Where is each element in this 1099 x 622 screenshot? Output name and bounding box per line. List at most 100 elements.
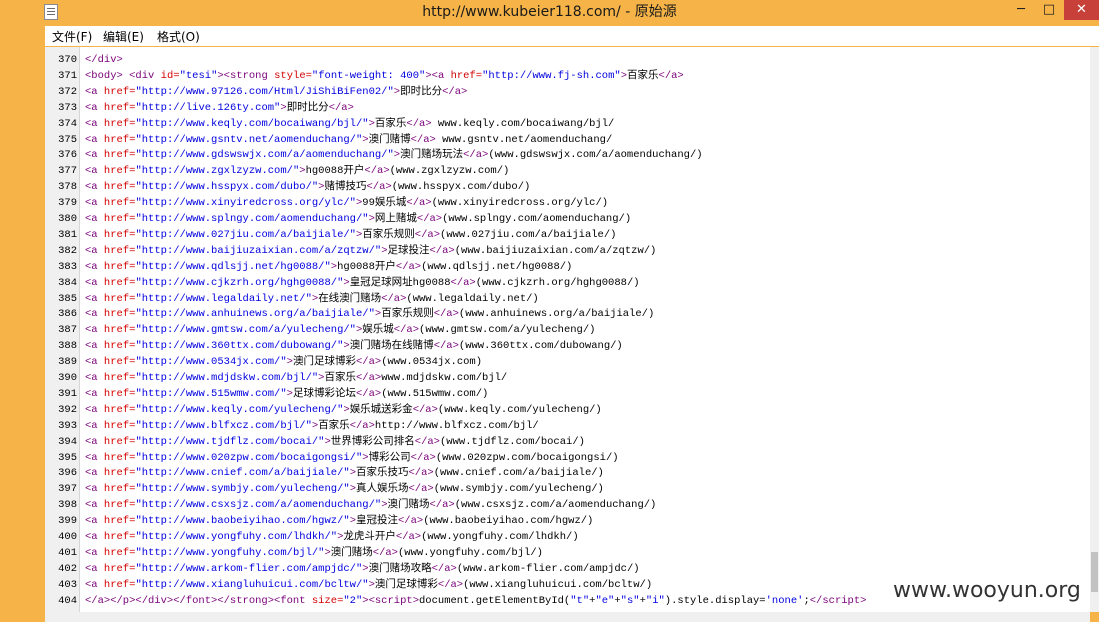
horizontal-scrollbar[interactable] <box>45 612 1090 622</box>
line-number: 401 <box>58 546 77 559</box>
code-line[interactable]: 389 <a href="http://www.0534jx.com/">澳门足球… <box>58 354 483 370</box>
line-text: <a href="http://www.splngy.com/aomenduch… <box>85 213 632 225</box>
code-line[interactable]: 381 <a href="http://www.027jiu.com/a/baij… <box>58 227 617 243</box>
close-button[interactable]: ✕ <box>1064 0 1099 20</box>
line-number: 383 <box>58 260 77 273</box>
code-line[interactable]: 402 <a href="http://www.arkom-flier.com/a… <box>58 561 640 577</box>
code-line[interactable]: 397 <a href="http://www.symbjy.com/yulech… <box>58 481 604 497</box>
code-line[interactable]: 385 <a href="http://www.legaldaily.net/">… <box>58 291 539 307</box>
line-text: <a href="http://www.zgxlzyzw.com/">hg008… <box>85 165 510 178</box>
line-number: 398 <box>58 499 77 512</box>
menu-file[interactable]: 文件(F) <box>52 28 92 45</box>
line-text: <a href="http://www.360ttx.com/dubowang/… <box>85 340 623 353</box>
line-number: 375 <box>58 133 77 146</box>
code-line[interactable]: 398 <a href="http://www.csxsjz.com/a/aome… <box>58 497 657 513</box>
line-number: 384 <box>58 276 77 289</box>
scrollbar-thumb[interactable] <box>1091 552 1098 592</box>
code-line[interactable]: 373 <a href="http://live.126ty.com">即时比分<… <box>58 100 354 116</box>
menu-edit[interactable]: 编辑(E) <box>103 28 144 45</box>
line-text: <a href="http://www.97126.com/Html/JiShi… <box>85 85 468 98</box>
code-line[interactable]: 379 <a href="http://www.xinyiredcross.org… <box>58 195 609 211</box>
title-bar: http://www.kubeier118.com/ - 原始源 ─ □ ✕ <box>0 0 1099 25</box>
source-editor[interactable]: 370 </div> 371 <body> <div id="tesi"><stron… <box>45 47 1090 612</box>
line-text: </a></p></div></font></strong><font size… <box>85 594 867 607</box>
line-text: <a href="http://www.cjkzrh.org/hghg0088/… <box>85 276 640 289</box>
code-line[interactable]: 395 <a href="http://www.020zpw.com/bocaig… <box>58 450 619 466</box>
line-number: 403 <box>58 578 77 591</box>
line-number: 378 <box>58 181 77 194</box>
line-number: 371 <box>58 69 77 82</box>
code-line[interactable]: 393 <a href="http://www.blfxcz.com/bjl/">… <box>58 418 539 434</box>
code-line[interactable]: 394 <a href="http://www.tjdflz.com/bocai/… <box>58 434 585 450</box>
line-text: <a href="http://www.xinyiredcross.org/yl… <box>85 197 609 210</box>
code-line[interactable]: 372 <a href="http://www.97126.com/Html/Ji… <box>58 84 468 100</box>
menu-format[interactable]: 格式(O) <box>157 28 200 45</box>
vertical-scrollbar[interactable] <box>1090 47 1099 612</box>
code-line[interactable]: 392 <a href="http://www.keqly.com/yuleche… <box>58 402 602 418</box>
line-text: <a href="http://www.yongfuhy.com/lhdkh/"… <box>85 531 579 543</box>
line-number: 381 <box>58 228 77 241</box>
maximize-button[interactable]: □ <box>1036 0 1062 20</box>
code-line[interactable]: 404 </a></p></div></font></strong><font s… <box>58 593 867 609</box>
line-text: <a href="http://www.baobeiyihao.com/hgwz… <box>85 515 594 528</box>
code-line[interactable]: 375 <a href="http://www.gsntv.net/aomendu… <box>58 132 613 148</box>
line-number: 387 <box>58 324 77 337</box>
line-number: 382 <box>58 244 77 257</box>
line-text: <a href="http://www.gsntv.net/aomenducha… <box>85 133 613 146</box>
code-line[interactable]: 370 </div> <box>58 52 123 68</box>
line-text: <a href="http://www.anhuinews.org/a/baij… <box>85 308 655 321</box>
line-number: 396 <box>58 467 77 480</box>
line-number: 379 <box>58 197 77 210</box>
code-line[interactable]: 384 <a href="http://www.cjkzrh.org/hghg00… <box>58 275 640 291</box>
line-number: 389 <box>58 356 77 369</box>
code-line[interactable]: 376 <a href="http://www.gdswswjx.com/a/ao… <box>58 147 702 163</box>
line-text: <a href="http://www.xiangluhuicui.com/bc… <box>85 578 653 591</box>
line-number: 377 <box>58 165 77 178</box>
line-number: 395 <box>58 451 77 464</box>
line-text: <a href="http://www.tjdflz.com/bocai/">世… <box>85 435 585 448</box>
code-line[interactable]: 391 <a href="http://www.515wmw.com/">足球博彩… <box>58 386 488 402</box>
line-number: 372 <box>58 85 77 98</box>
line-text: <a href="http://www.mdjdskw.com/bjl/">百家… <box>85 372 508 384</box>
watermark: www.wooyun.org <box>893 578 1081 603</box>
line-number: 394 <box>58 435 77 448</box>
code-line[interactable]: 383 <a href="http://www.qdlsjj.net/hg0088… <box>58 259 572 275</box>
code-line[interactable]: 387 <a href="http://www.gmtsw.com/a/yulec… <box>58 322 595 338</box>
code-line[interactable]: 388 <a href="http://www.360ttx.com/dubowa… <box>58 338 623 354</box>
line-text: <a href="http://www.027jiu.com/a/baijial… <box>85 228 617 241</box>
code-line[interactable]: 403 <a href="http://www.xiangluhuicui.com… <box>58 577 653 593</box>
line-text: <a href="http://live.126ty.com">即时比分</a> <box>85 101 354 114</box>
code-line[interactable]: 378 <a href="http://www.hsspyx.com/dubo/"… <box>58 179 531 195</box>
code-line[interactable]: 377 <a href="http://www.zgxlzyzw.com/">hg… <box>58 163 510 179</box>
line-text: <a href="http://www.arkom-flier.com/ampj… <box>85 562 640 575</box>
line-text: <a href="http://www.keqly.com/bocaiwang/… <box>85 117 615 130</box>
line-text: <a href="http://www.symbjy.com/yulecheng… <box>85 483 604 496</box>
code-line[interactable]: 374 <a href="http://www.keqly.com/bocaiwa… <box>58 116 615 132</box>
line-number: 400 <box>58 531 77 543</box>
code-line[interactable]: 396 <a href="http://www.cnief.com/a/baiji… <box>58 465 604 481</box>
line-text: <a href="http://www.csxsjz.com/a/aomendu… <box>85 499 657 512</box>
line-text: <a href="http://www.yongfuhy.com/bjl/">澳… <box>85 546 543 559</box>
code-line[interactable]: 380 <a href="http://www.splngy.com/aomend… <box>58 211 632 227</box>
window-border <box>0 25 39 622</box>
minimize-button[interactable]: ─ <box>1008 0 1034 20</box>
line-text: <body> <div id="tesi"><strong style="fon… <box>85 69 684 82</box>
line-number: 404 <box>58 594 77 607</box>
code-line[interactable]: 386 <a href="http://www.anhuinews.org/a/b… <box>58 306 655 322</box>
code-line[interactable]: 401 <a href="http://www.yongfuhy.com/bjl/… <box>58 545 543 561</box>
line-text: <a href="http://www.baijiuzaixian.com/a/… <box>85 244 657 257</box>
line-number: 399 <box>58 515 77 528</box>
line-text: <a href="http://www.hsspyx.com/dubo/">赌博… <box>85 181 531 194</box>
menu-bar: 文件(F) 编辑(E) 格式(O) <box>45 26 1099 46</box>
code-line[interactable]: 382 <a href="http://www.baijiuzaixian.com… <box>58 243 657 259</box>
line-number: 402 <box>58 562 77 575</box>
line-number: 385 <box>58 292 77 305</box>
line-text: <a href="http://www.0534jx.com/">澳门足球博彩<… <box>85 356 483 369</box>
line-number: 397 <box>58 483 77 496</box>
code-line[interactable]: 390 <a href="http://www.mdjdskw.com/bjl/"… <box>58 370 508 386</box>
code-line[interactable]: 399 <a href="http://www.baobeiyihao.com/h… <box>58 513 594 529</box>
line-number: 388 <box>58 340 77 353</box>
code-line[interactable]: 371 <body> <div id="tesi"><strong style="… <box>58 68 684 84</box>
code-line[interactable]: 400 <a href="http://www.yongfuhy.com/lhdk… <box>58 529 579 545</box>
line-text: <a href="http://www.020zpw.com/bocaigong… <box>85 451 619 464</box>
